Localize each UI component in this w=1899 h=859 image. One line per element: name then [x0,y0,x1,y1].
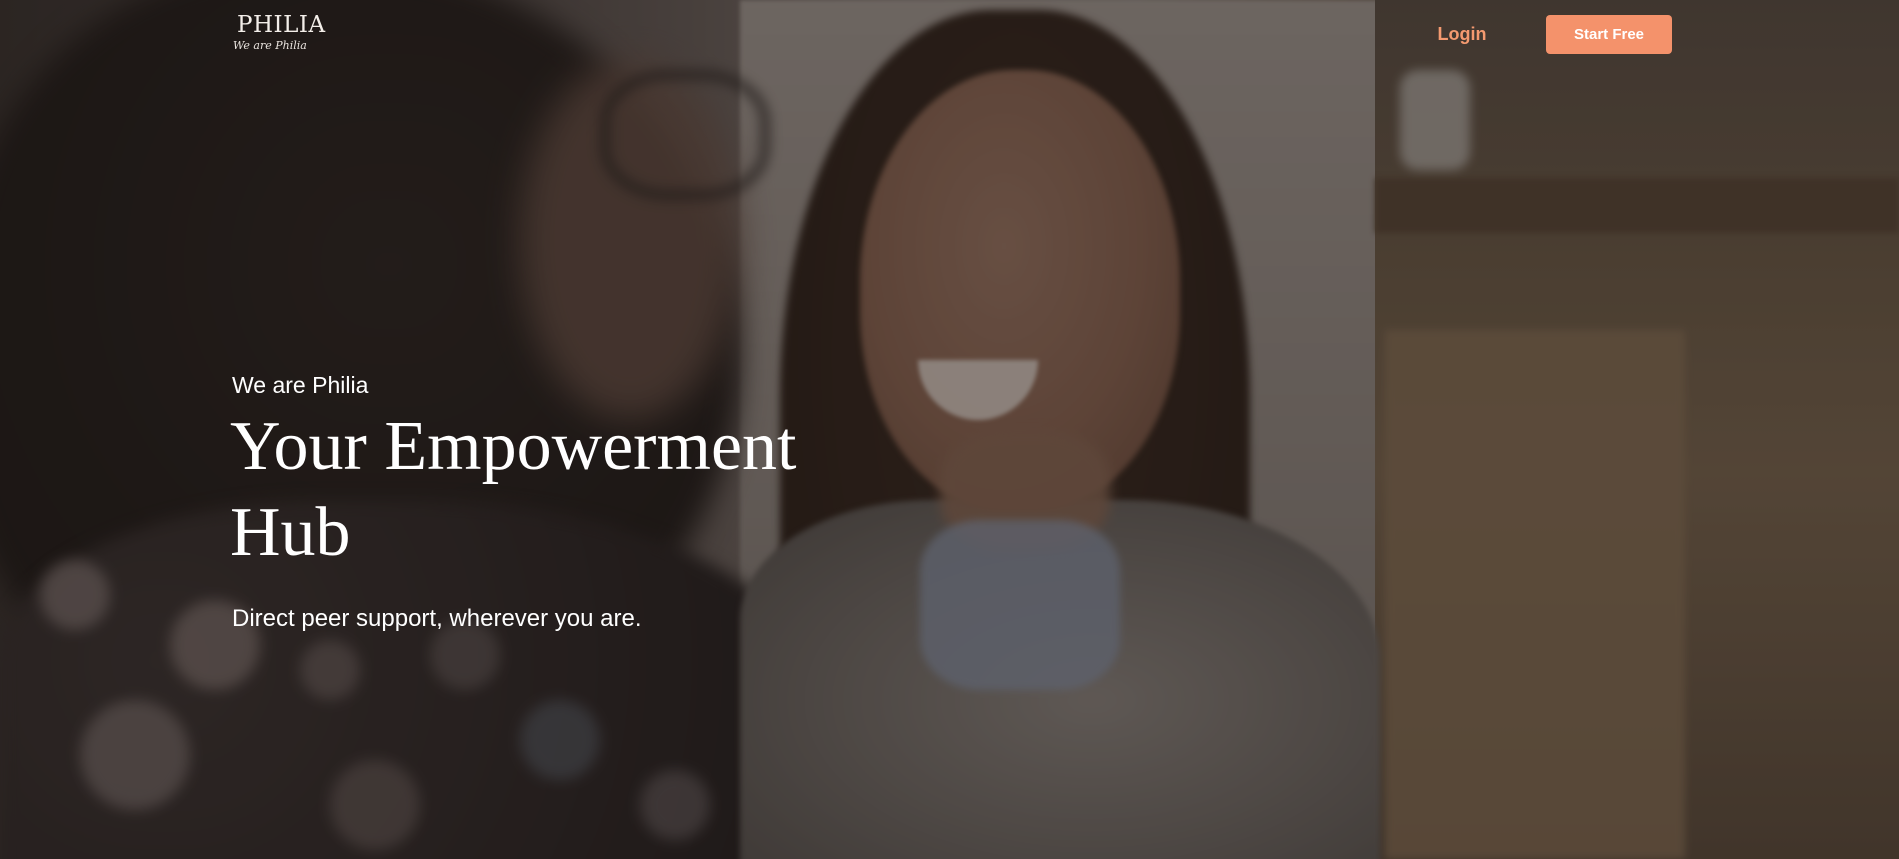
hero-headline: Your Empowerment Hub [230,408,797,571]
login-link[interactable]: Login [1420,15,1504,53]
hero-eyebrow: We are Philia [232,372,369,398]
logo-title: PHILIA [237,12,326,38]
start-free-button[interactable]: Start Free [1546,15,1672,54]
hero-subheadline: Direct peer support, wherever you are. [232,605,642,632]
logo-tagline: We are Philia [233,39,307,52]
logo-link[interactable]: PHILIA We are Philia [233,12,326,52]
